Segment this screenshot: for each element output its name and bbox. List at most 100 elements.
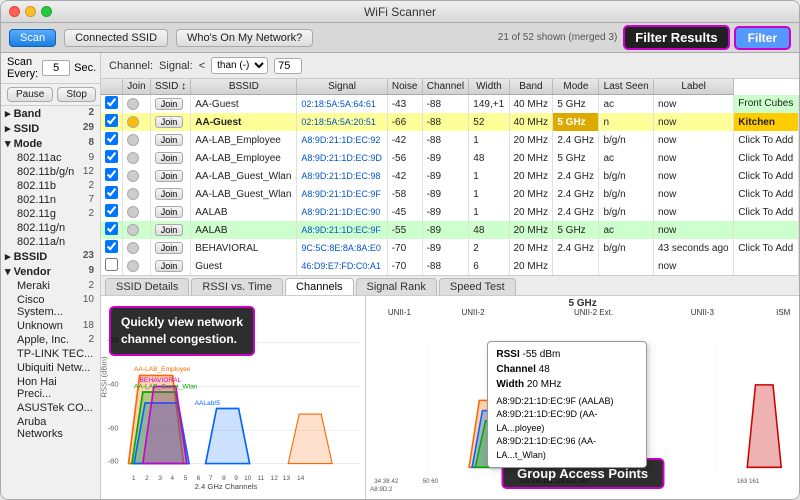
sidebar-item-honhai[interactable]: Hon Hai Preci... — [1, 375, 100, 401]
row-checkbox[interactable] — [101, 257, 123, 275]
channel-label: Channel: — [109, 60, 153, 72]
table-row[interactable]: Join AALAB A8:9D:21:1D:EC:9F -55 -89 48 … — [101, 221, 799, 239]
row-join[interactable]: Join — [150, 113, 190, 131]
sidebar: Scan Every: Sec. Pause Stop ▸ Band 2 ▸ S… — [1, 53, 101, 499]
pause-button[interactable]: Pause — [7, 87, 53, 102]
row-join[interactable]: Join — [150, 167, 190, 185]
row-join[interactable]: Join — [150, 221, 190, 239]
row-checkbox[interactable] — [101, 113, 123, 131]
signal-comparator-select[interactable]: than (-) — [211, 57, 268, 74]
row-checkbox[interactable] — [101, 167, 123, 185]
fullscreen-button[interactable] — [41, 6, 52, 17]
svg-text:A8:9D:2: A8:9D:2 — [370, 486, 393, 493]
row-channel: 1 — [469, 167, 509, 185]
row-label: Click To Add — [734, 149, 799, 167]
toolbar: Scan Connected SSID Who's On My Network?… — [1, 23, 799, 53]
sidebar-item-tplink[interactable]: TP-LINK TEC... — [1, 347, 100, 361]
row-checkbox[interactable] — [101, 131, 123, 149]
row-checkbox[interactable] — [101, 95, 123, 114]
tab-signal-rank[interactable]: Signal Rank — [356, 278, 437, 295]
sidebar-unknown-label: Unknown — [17, 320, 63, 332]
sidebar-meraki-count: 2 — [88, 280, 94, 292]
sidebar-item-band[interactable]: ▸ Band 2 — [1, 106, 100, 121]
table-row[interactable]: Join AA-LAB_Employee A8:9D:21:1D:EC:9D -… — [101, 149, 799, 167]
content-area: Channel: Signal: < than (-) Join SSID ↕ — [101, 53, 799, 499]
tab-rssi-time[interactable]: RSSI vs. Time — [191, 278, 283, 295]
network-table: Join SSID ↕ BSSID Signal Noise Channel W… — [101, 79, 799, 275]
sidebar-item-asus[interactable]: ASUSTek CO... — [1, 401, 100, 415]
row-join[interactable]: Join — [150, 239, 190, 257]
row-join[interactable]: Join — [150, 149, 190, 167]
row-icon — [123, 257, 151, 275]
row-checkbox[interactable] — [101, 149, 123, 167]
sidebar-item-ubiquiti[interactable]: Ubiquiti Netw... — [1, 361, 100, 375]
row-join[interactable]: Join — [150, 257, 190, 275]
row-checkbox[interactable] — [101, 185, 123, 203]
sidebar-item-80211bgn[interactable]: 802.11b/g/n 12 — [1, 165, 100, 179]
sidebar-item-bssid[interactable]: ▸ BSSID 23 — [1, 249, 100, 264]
sidebar-80211an-label: 802.11a/n — [17, 236, 65, 248]
row-checkbox[interactable] — [101, 221, 123, 239]
scan-button[interactable]: Scan — [9, 29, 56, 47]
window-title: WiFi Scanner — [364, 5, 436, 19]
stop-button[interactable]: Stop — [57, 87, 96, 102]
sidebar-bssid-count: 23 — [83, 250, 94, 263]
main-content: Scan Every: Sec. Pause Stop ▸ Band 2 ▸ S… — [1, 53, 799, 499]
sidebar-item-vendor[interactable]: ▾ Vendor 9 — [1, 264, 100, 279]
row-checkbox[interactable] — [101, 239, 123, 257]
row-icon — [123, 95, 151, 114]
sidebar-item-ssid[interactable]: ▸ SSID 29 — [1, 121, 100, 136]
scan-every-bar: Scan Every: Sec. — [1, 53, 100, 84]
sidebar-item-80211g[interactable]: 802.11g 2 — [1, 207, 100, 221]
sidebar-cisco-label: Cisco System... — [17, 294, 83, 318]
row-join[interactable]: Join — [150, 185, 190, 203]
sidebar-tplink-label: TP-LINK TEC... — [17, 348, 93, 360]
close-button[interactable] — [9, 6, 20, 17]
tab-ssid-details[interactable]: SSID Details — [105, 278, 189, 295]
tab-speed-test[interactable]: Speed Test — [439, 278, 516, 295]
svg-text:13: 13 — [283, 475, 291, 482]
table-row[interactable]: Join AA-LAB_Employee A8:9D:21:1D:EC:92 -… — [101, 131, 799, 149]
table-row[interactable]: Join AA-Guest 02:18:5A:5A:20:51 -66 -88 … — [101, 113, 799, 131]
row-bssid: 46:D9:E7:FD:C0:A1 — [297, 257, 387, 275]
unii1-label: UNII-1 — [388, 308, 411, 317]
row-join[interactable]: Join — [150, 95, 190, 114]
row-bssid: A8:9D:21:1D:EC:98 — [297, 167, 387, 185]
table-row[interactable]: Join AA-LAB_Guest_Wlan A8:9D:21:1D:EC:98… — [101, 167, 799, 185]
row-lastseen: now — [653, 185, 733, 203]
tab-channels[interactable]: Channels — [285, 278, 353, 295]
sidebar-item-80211an[interactable]: 802.11a/n — [1, 235, 100, 249]
table-row[interactable]: Join AA-LAB_Guest_Wlan A8:9D:21:1D:EC:9F… — [101, 185, 799, 203]
filter-button[interactable]: Filter — [734, 26, 791, 50]
table-row[interactable]: Join BEHAVIORAL 9C:5C:8E:8A:8A:E0 -70 -8… — [101, 239, 799, 257]
signal-value-input[interactable] — [274, 58, 302, 74]
sidebar-item-80211b[interactable]: 802.11b 2 — [1, 179, 100, 193]
row-width: 20 MHz — [509, 131, 553, 149]
table-row[interactable]: Join Guest 46:D9:E7:FD:C0:A1 -70 -88 6 2… — [101, 257, 799, 275]
sidebar-item-80211n[interactable]: 802.11n 7 — [1, 193, 100, 207]
channels-view: Quickly view networkchannel congestion. … — [101, 296, 799, 499]
sidebar-item-aruba[interactable]: Aruba Networks — [1, 415, 100, 441]
sidebar-item-80211ac[interactable]: 802.11ac 9 — [1, 151, 100, 165]
scan-every-input[interactable] — [42, 60, 70, 76]
sidebar-item-mode[interactable]: ▾ Mode 8 — [1, 136, 100, 151]
table-row[interactable]: Join AA-Guest 02:18:5A:5A:64:61 -43 -88 … — [101, 95, 799, 114]
sidebar-item-apple[interactable]: Apple, Inc. 2 — [1, 333, 100, 347]
minimize-button[interactable] — [25, 6, 36, 17]
row-join[interactable]: Join — [150, 203, 190, 221]
row-ssid: AA-LAB_Employee — [191, 149, 297, 167]
sidebar-item-cisco[interactable]: Cisco System... 10 — [1, 293, 100, 319]
row-width: 20 MHz — [509, 167, 553, 185]
connected-ssid-button[interactable]: Connected SSID — [64, 29, 168, 47]
sidebar-item-meraki[interactable]: Meraki 2 — [1, 279, 100, 293]
sidebar-item-80211gn[interactable]: 802.11g/n — [1, 221, 100, 235]
sidebar-item-unknown[interactable]: Unknown 18 — [1, 319, 100, 333]
row-signal: -58 — [387, 185, 422, 203]
unii2-label: UNII-2 — [461, 308, 484, 317]
ism-label: ISM — [776, 308, 790, 317]
table-row[interactable]: Join AALAB A8:9D:21:1D:EC:90 -45 -89 1 2… — [101, 203, 799, 221]
whos-on-network-button[interactable]: Who's On My Network? — [176, 29, 313, 47]
row-join[interactable]: Join — [150, 131, 190, 149]
sidebar-ubiquiti-label: Ubiquiti Netw... — [17, 362, 90, 374]
row-checkbox[interactable] — [101, 203, 123, 221]
